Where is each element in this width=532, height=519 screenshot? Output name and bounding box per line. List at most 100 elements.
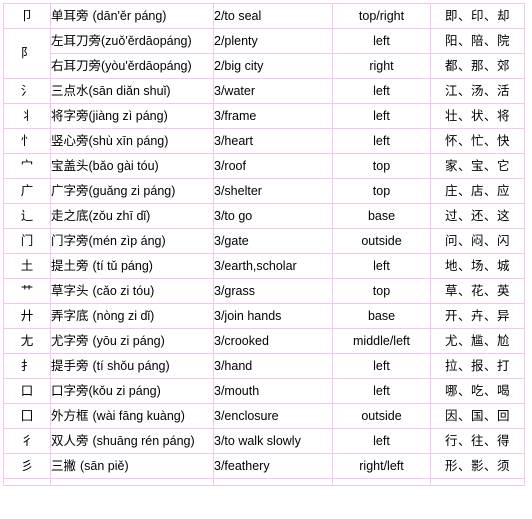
radical-glyph: 卩 [20,7,34,23]
radical-name-han: 提手旁 [51,357,89,373]
radical-name-pinyin: (sān diǎn shuǐ) [88,83,171,98]
cell-meaning: 3/water [213,78,333,104]
table-row: 丬 将字旁(jiàng zì páng) 3/frame left 壮、状、将 [3,103,525,129]
radical-position: middle/left [353,333,410,348]
radical-position: left [373,133,390,148]
cell-position: left [332,353,431,379]
radical-name-pinyin: (guǎng zi páng) [88,183,176,198]
radical-name-han: 竖心旁 [51,132,89,148]
radical-position: right/left [359,458,404,473]
cell-examples: 怀、忙、快 [430,128,525,154]
cell-name: 提手旁 (tí shǒu páng) [50,353,214,379]
radical-glyph: 门 [20,232,34,248]
cell-radical: 口 [3,378,51,404]
radical-name-han: 三撇 [51,457,77,473]
radical-name-han: 门字旁 [51,232,89,248]
cell-radical: 尢 [3,328,51,354]
cell-position: base [332,303,431,329]
table-row: 宀 宝盖头(bǎo gài tóu) 3/roof top 家、宝、它 [3,153,525,179]
radical-meaning: 3/crooked [214,333,269,348]
radical-examples: 形、影、须 [444,457,510,473]
radical-position: top [372,183,391,198]
radical-name-pinyin: (yōu zi páng) [92,333,165,348]
radical-name-han: 外方框 [51,407,89,423]
table-row: 土 提土旁 (tí tǔ páng) 3/earth,scholar left … [3,253,525,279]
radical-meaning: 3/water [214,83,255,98]
table-row: 卩 单耳旁 (dān'ěr páng) 2/to seal top/right … [3,3,525,29]
radical-name-pinyin: (tí shǒu páng) [92,358,170,373]
cell-radical: 囗 [3,403,51,429]
radical-name-han: 草字头 [51,282,89,298]
radical-name-pinyin: (cǎo zi tóu) [92,283,155,298]
radical-examples: 尤、尴、尬 [444,332,510,348]
radical-position: top [372,283,391,298]
cell-radical: 阝 [3,28,51,79]
cell-name: 草字头 (cǎo zi tóu) [50,278,214,304]
cell-name: 竖心旁(shù xīn páng) [50,128,214,154]
cell-name: 三点水(sān diǎn shuǐ) [50,78,214,104]
cell-meaning: 3/crooked [213,328,333,354]
radical-glyph: 宀 [20,157,34,173]
cell-meaning: 3/enclosure [213,403,333,429]
cell-radical: 广 [3,178,51,204]
cell-radical [3,478,51,486]
radical-position: right [369,58,394,73]
radical-examples: 即、印、却 [444,7,510,23]
radical-position: base [367,308,396,323]
radical-glyph: 阝 [20,45,34,61]
cell-meaning: 3/feathery [213,453,333,479]
radical-examples: 拉、报、打 [444,357,510,373]
radical-name-han: 弄字底 [51,307,89,323]
radical-name-han: 口字旁 [51,382,89,398]
radical-position: left [373,83,390,98]
cell-meaning: 3/heart [213,128,333,154]
radical-position: outside [361,233,402,248]
radical-examples: 家、宝、它 [444,157,510,173]
radical-name-pinyin: (shuāng rén páng) [92,433,195,448]
cell-examples: 庄、店、应 [430,178,525,204]
radical-name-han: 走之底 [51,207,89,223]
cell-meaning: 3/to go [213,203,333,229]
radical-glyph: 忄 [20,132,34,148]
cell-name: 弄字底 (nòng zi dǐ) [50,303,214,329]
radical-examples: 哪、吃、喝 [444,382,510,398]
radical-examples: 江、汤、活 [444,82,510,98]
cell-examples: 阳、陪、院 [430,28,525,54]
cell-name: 宝盖头(bǎo gài tóu) [50,153,214,179]
cell-radical: 彡 [3,453,51,479]
cell-meaning: 3/mouth [213,378,333,404]
radical-name-han: 左耳刀旁 [51,32,102,48]
radical-name-pinyin: (yòu'ěrdāopáng) [101,58,192,73]
radical-position: left [373,33,390,48]
cell-name: 提土旁 (tí tǔ páng) [50,253,214,279]
cell-radical: 丬 [3,103,51,129]
cell-position: base [332,203,431,229]
cell-name: 走之底(zǒu zhī dǐ) [50,203,214,229]
radical-position: top/right [358,8,405,23]
table-row: 广 广字旁(guǎng zi páng) 3/shelter top 庄、店、应 [3,178,525,204]
radical-name-pinyin: (wài fāng kuàng) [92,408,185,423]
cell-meaning: 3/to walk slowly [213,428,333,454]
cell-meaning: 3/gate [213,228,333,254]
radical-examples: 地、场、城 [444,257,510,273]
radical-name-pinyin: (zuǒ'ěrdāopáng) [101,33,192,48]
cell-radical: 忄 [3,128,51,154]
chinese-radicals-table: 卩 单耳旁 (dān'ěr páng) 2/to seal top/right … [3,3,525,486]
cell-meaning: 3/frame [213,103,333,129]
radical-name-han: 单耳旁 [51,7,89,23]
cell-position: top [332,278,431,304]
radical-examples: 草、花、英 [444,282,510,298]
radical-examples: 过、还、这 [444,207,510,223]
cell-examples: 因、国、回 [430,403,525,429]
cell-position: right/left [332,453,431,479]
radical-meaning: 2/big city [214,58,264,73]
radical-meaning: 3/enclosure [214,408,279,423]
radical-name-pinyin: (dān'ěr páng) [92,8,167,23]
radical-examples: 因、国、回 [444,407,510,423]
radical-examples: 阳、陪、院 [444,32,510,48]
cell-radical: 氵 [3,78,51,104]
table-row: 尢 尤字旁 (yōu zi páng) 3/crooked middle/lef… [3,328,525,354]
radical-meaning: 3/hand [214,358,253,373]
cell-examples: 过、还、这 [430,203,525,229]
cell-radical: 辶 [3,203,51,229]
